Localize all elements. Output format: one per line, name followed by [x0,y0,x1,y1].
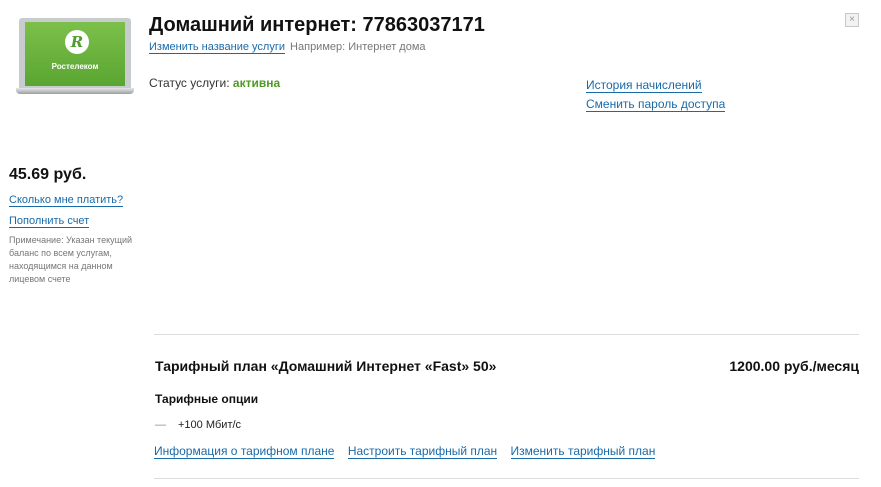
page-title: Домашний интернет: 77863037171 [149,14,485,36]
status-badge: активна [232,76,281,90]
configure-tariff-link[interactable]: Настроить тарифный план [347,444,498,459]
rename-hint: Например: Интернет дома [290,41,426,53]
service-status: Статус услуги: активна [149,76,280,90]
top-up-link[interactable]: Пополнить счет [9,215,90,228]
status-label: Статус услуги: [149,76,230,90]
change-tariff-link[interactable]: Изменить тарифный план [510,444,656,459]
how-much-to-pay-link[interactable]: Сколько мне платить? [9,194,124,207]
divider [154,478,859,479]
tariff-links: Информация о тарифном плане Настроить та… [154,444,665,459]
close-icon[interactable]: × [845,13,859,27]
dash-icon: — [155,419,166,431]
laptop-lid: R Ростелеком [19,18,131,90]
laptop-base [16,88,134,94]
brand-name: Ростелеком [51,62,99,71]
change-password-link[interactable]: Сменить пароль доступа [586,97,726,112]
charges-history-link[interactable]: История начислений [586,78,702,93]
tariff-option-label: +100 Мбит/с [178,419,242,431]
tariff-info-link[interactable]: Информация о тарифном плане [154,444,335,459]
service-links: История начислений Сменить пароль доступ… [586,76,726,114]
tariff-option-item: — +100 Мбит/с [155,419,241,431]
service-laptop-image: R Ростелеком [16,18,134,96]
account-balance: 45.69 руб. [9,166,87,183]
laptop-screen: R Ростелеком [25,22,125,86]
rostelecom-logo-icon: R [65,30,89,54]
tariff-plan-price: 1200.00 руб./месяц [729,358,859,374]
rename-service-link[interactable]: Изменить название услуги [149,41,285,54]
divider [154,334,859,335]
tariff-options-heading: Тарифные опции [155,392,259,406]
balance-note: Примечание: Указан текущий баланс по все… [9,235,133,284]
tariff-plan-title: Тарифный план «Домашний Интернет «Fast» … [155,358,497,374]
rename-row: Изменить название услуги Например: Интер… [149,41,426,54]
